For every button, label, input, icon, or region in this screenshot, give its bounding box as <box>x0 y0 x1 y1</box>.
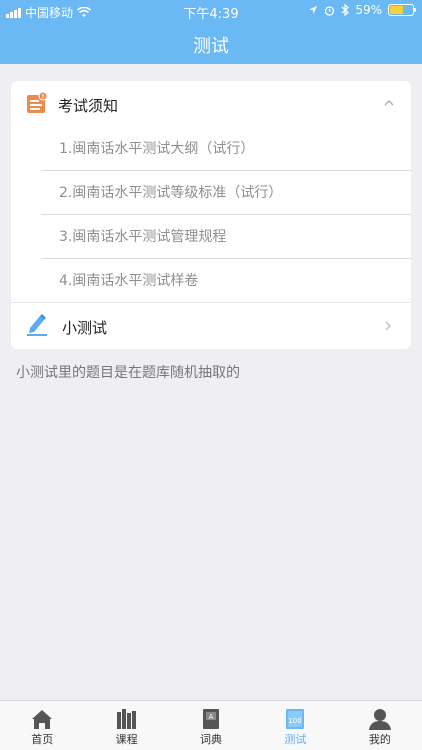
quiz-row[interactable]: 小测试 <box>11 302 411 349</box>
profile-icon <box>368 709 391 730</box>
app-header: 中国移动 下午4:39 59% 测试 <box>0 0 422 64</box>
tab-label: 课程 <box>115 733 138 746</box>
page-title: 测试 <box>193 36 229 57</box>
tab-label: 词典 <box>200 733 223 746</box>
tab-test[interactable]: 100 测试 <box>253 701 337 750</box>
exam-notice-item[interactable]: 2.闽南话水平测试等级标准（试行） <box>41 171 411 215</box>
exam-notice-item[interactable]: 3.闽南话水平测试管理规程 <box>41 215 411 259</box>
dictionary-icon: A <box>203 709 220 729</box>
test-icon: 100 <box>286 709 305 729</box>
quiz-note: 小测试里的题目是在题库随机抽取的 <box>16 365 240 381</box>
pencil-icon <box>27 314 47 336</box>
tab-home[interactable]: 首页 <box>0 701 84 750</box>
tab-profile[interactable]: 我的 <box>338 701 422 750</box>
exam-notice-list: 1.闽南话水平测试大纲（试行） 2.闽南话水平测试等级标准（试行） 3.闽南话水… <box>41 127 411 303</box>
quiz-label: 小测试 <box>62 319 108 337</box>
bluetooth-icon <box>341 4 350 16</box>
tab-label: 首页 <box>31 733 54 746</box>
home-icon <box>32 710 53 729</box>
location-icon <box>309 6 318 14</box>
svg-text:100: 100 <box>289 717 302 725</box>
chevron-right-icon <box>385 321 391 331</box>
exam-notice-title: 考试须知 <box>58 97 119 115</box>
tab-dictionary[interactable]: A 词典 <box>169 701 253 750</box>
books-icon <box>116 709 136 729</box>
battery-percent: 59% <box>355 3 382 17</box>
svg-text:A: A <box>209 713 214 721</box>
exam-notice-item[interactable]: 4.闽南话水平测试样卷 <box>41 259 411 303</box>
tab-courses[interactable]: 课程 <box>84 701 168 750</box>
exam-notice-item[interactable]: 1.闽南话水平测试大纲（试行） <box>41 127 411 171</box>
alarm-icon <box>325 5 335 16</box>
tab-label: 测试 <box>284 733 307 746</box>
chevron-up-icon[interactable] <box>383 97 395 109</box>
status-bar: 中国移动 下午4:39 59% <box>0 0 422 22</box>
tab-label: 我的 <box>368 733 391 746</box>
document-icon <box>27 92 48 113</box>
exam-card: 考试须知 1.闽南话水平测试大纲（试行） 2.闽南话水平测试等级标准（试行） 3… <box>11 81 411 349</box>
exam-notice-header[interactable]: 考试须知 <box>11 81 411 127</box>
tab-bar: 首页 课程 A 词典 100 测试 我的 <box>0 700 422 750</box>
battery-icon <box>388 4 416 16</box>
